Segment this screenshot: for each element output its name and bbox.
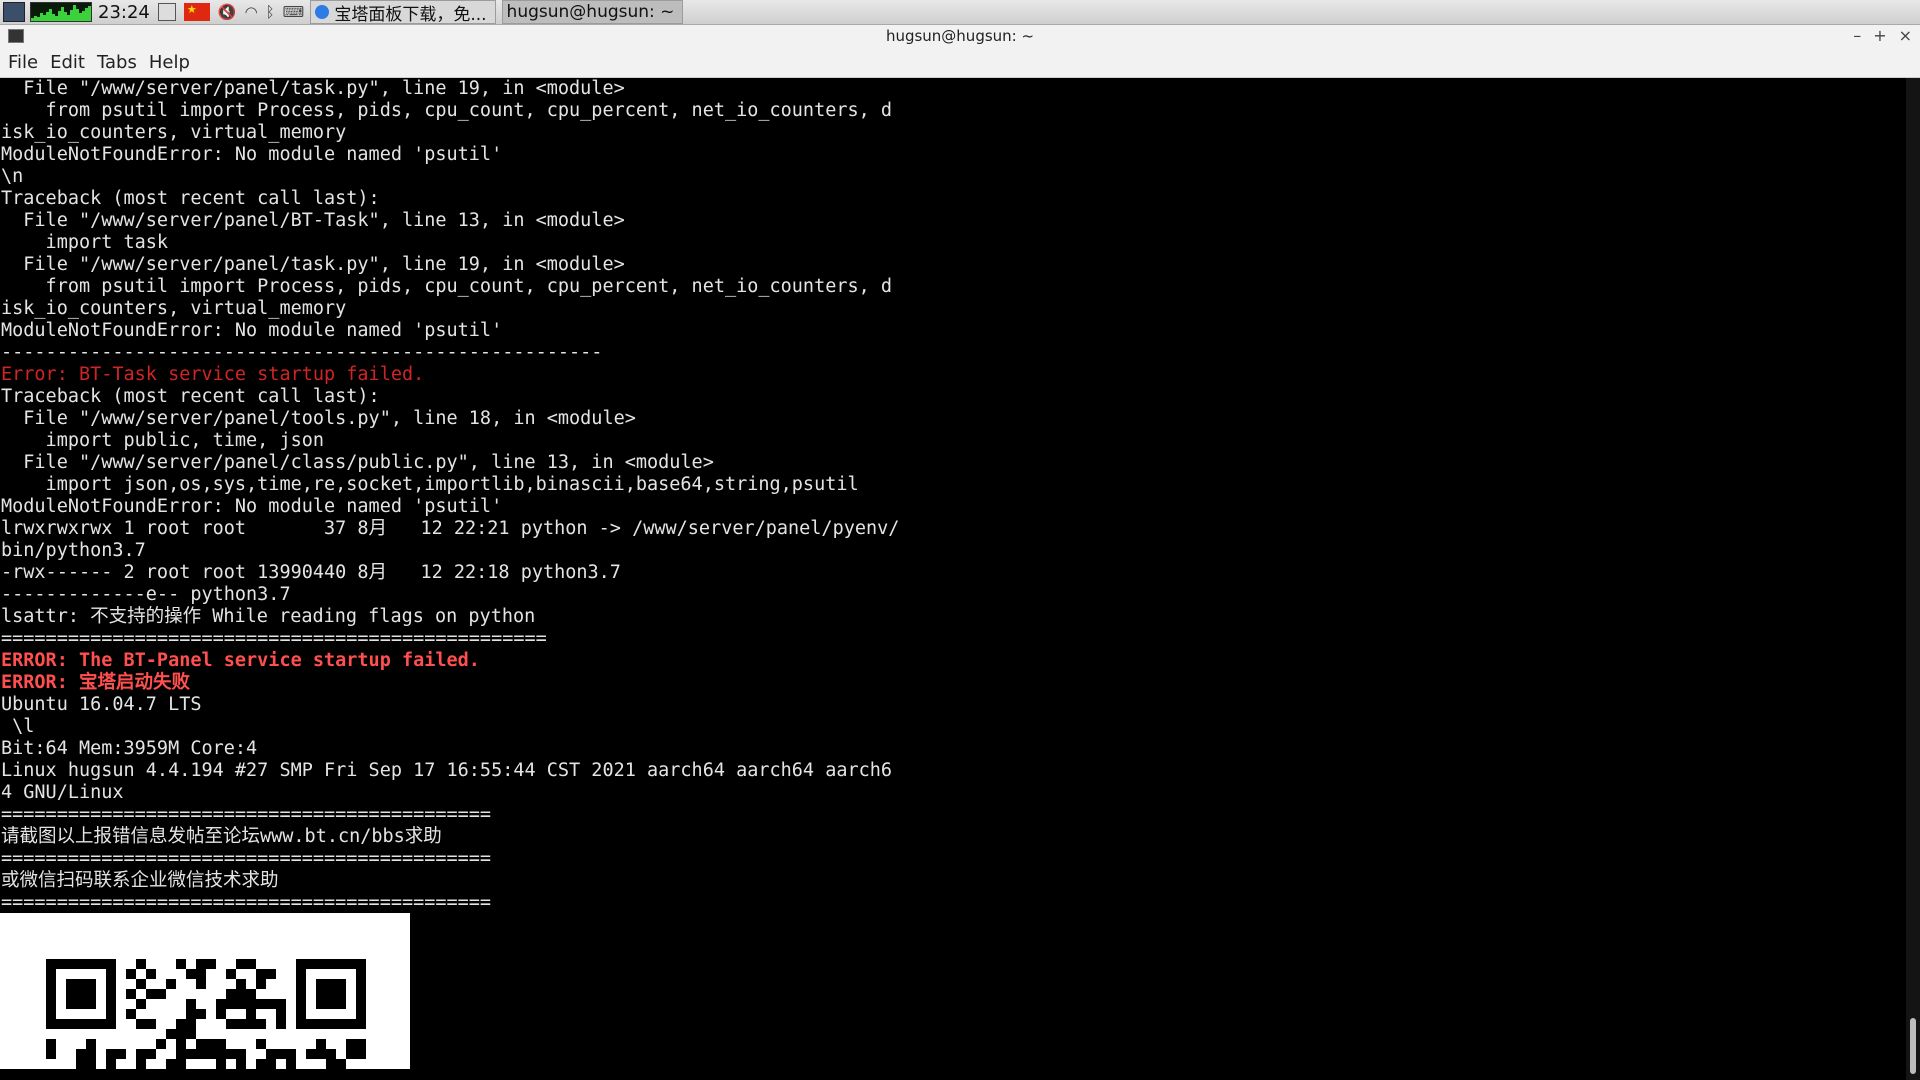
cpu-monitor-graph <box>30 2 92 22</box>
input-method-flag-icon[interactable]: ★ <box>183 3 210 21</box>
terminal-line: -------------e-- python3.7 <box>1 584 291 605</box>
menu-tabs[interactable]: Tabs <box>97 52 137 73</box>
menubar: File Edit Tabs Help <box>0 47 1920 78</box>
minimize-button[interactable]: – <box>1853 25 1861 47</box>
terminal-line: Error: BT-Task service startup failed. <box>1 364 425 385</box>
terminal-line: from psutil import Process, pids, cpu_co… <box>1 100 893 121</box>
terminal-line: Linux hugsun 4.4.194 #27 SMP Fri Sep 17 … <box>1 760 893 781</box>
terminal-line: isk_io_counters, virtual_memory <box>1 122 347 143</box>
volume-muted-icon[interactable]: 🔇 <box>218 3 237 21</box>
close-button[interactable]: × <box>1899 25 1912 47</box>
terminal-line: \n <box>1 166 24 187</box>
window-titlebar[interactable]: hugsun@hugsun: ~ – + × <box>0 25 1920 47</box>
terminal-line: File "/www/server/panel/class/public.py"… <box>1 452 714 473</box>
wechat-qr-code <box>0 913 410 1069</box>
terminal-window-icon[interactable] <box>8 29 24 43</box>
terminal-line: Traceback (most recent call last): <box>1 188 380 209</box>
terminal-line: import task <box>1 232 169 253</box>
taskbar-item-label: hugsun@hugsun: ~ <box>506 2 675 22</box>
terminal-line: 或微信扫码联系企业微信技术求助 <box>1 870 279 891</box>
terminal-line: Bit:64 Mem:3959M Core:4 <box>1 738 258 759</box>
terminal-line: lsattr: 不支持的操作 While reading flags on py… <box>1 606 536 627</box>
bluetooth-icon[interactable]: ᛒ <box>266 3 275 21</box>
terminal-line: File "/www/server/panel/BT-Task", line 1… <box>1 210 625 231</box>
terminal-line: 4 GNU/Linux <box>1 782 124 803</box>
window-title: hugsun@hugsun: ~ <box>885 27 1035 45</box>
taskbar-item-terminal[interactable]: hugsun@hugsun: ~ <box>0 0 684 94</box>
terminal-line: isk_io_counters, virtual_memory <box>1 298 347 319</box>
terminal-line: Ubuntu 16.04.7 LTS <box>1 694 202 715</box>
chrome-icon <box>315 5 330 19</box>
taskbar-item-browser[interactable]: 宝塔面板下载，免... <box>310 0 496 25</box>
terminal-line: ========================================… <box>1 892 492 913</box>
menu-file[interactable]: File <box>8 52 38 73</box>
menu-edit[interactable]: Edit <box>50 52 85 73</box>
terminal-scrollbar[interactable] <box>1906 78 1920 1080</box>
terminal-line: ModuleNotFoundError: No module named 'ps… <box>1 496 503 517</box>
terminal-line: ========================================… <box>1 848 492 869</box>
terminal-line: ModuleNotFoundError: No module named 'ps… <box>1 320 503 341</box>
system-panel: 23:24 ★ 🔇 ◠ ᛒ ⌨ 宝塔面板下载，免... hugsun@hugsu… <box>0 0 1920 94</box>
terminal-line: ----------------------------------------… <box>1 342 603 363</box>
clipboard-icon[interactable] <box>157 3 176 21</box>
clock[interactable]: 23:24 <box>98 2 150 23</box>
terminal-line: lrwxrwxrwx 1 root root 37 8月 12 22:21 py… <box>1 518 900 539</box>
terminal-line: import public, time, json <box>1 430 325 451</box>
terminal-line: File "/www/server/panel/tools.py", line … <box>1 408 636 429</box>
maximize-button[interactable]: + <box>1873 25 1886 47</box>
terminal-line: File "/www/server/panel/task.py", line 1… <box>1 254 625 275</box>
terminal-line: Traceback (most recent call last): <box>1 386 380 407</box>
scrollbar-thumb[interactable] <box>1910 1018 1916 1074</box>
app-menu-icon[interactable] <box>3 2 25 22</box>
qr-code-image <box>46 959 366 1069</box>
taskbar-item-label: 宝塔面板下载，免... <box>334 4 487 25</box>
terminal-line: -rwx------ 2 root root 13990440 8月 12 22… <box>1 562 621 583</box>
keyboard-icon[interactable]: ⌨ <box>283 3 305 21</box>
terminal-line: \l <box>1 716 35 737</box>
terminal-line: ========================================… <box>1 628 547 649</box>
menu-help[interactable]: Help <box>149 52 190 73</box>
terminal-line: import json,os,sys,time,re,socket,import… <box>1 474 859 495</box>
terminal-line: from psutil import Process, pids, cpu_co… <box>1 276 893 297</box>
terminal-line: bin/python3.7 <box>1 540 146 561</box>
terminal-line: ModuleNotFoundError: No module named 'ps… <box>1 144 503 165</box>
terminal-line: ERROR: 宝塔启动失败 <box>1 672 190 693</box>
terminal-line: 请截图以上报错信息发帖至论坛www.bt.cn/bbs求助 <box>1 826 442 847</box>
terminal-line: File "/www/server/panel/task.py", line 1… <box>1 78 625 99</box>
terminal-line: ERROR: The BT-Panel service startup fail… <box>1 650 480 671</box>
wifi-icon[interactable]: ◠ <box>245 3 258 21</box>
terminal-line: ========================================… <box>1 804 492 825</box>
